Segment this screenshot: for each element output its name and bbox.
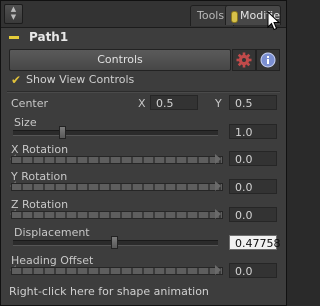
y-rotation-right-arrow-icon[interactable] (215, 181, 221, 191)
show-view-controls-label: Show View Controls (26, 73, 135, 86)
heading-offset-right-arrow-icon[interactable] (215, 265, 221, 275)
checkmark-icon: ✔ (11, 73, 22, 87)
y-rotation-input[interactable]: 0.0 (229, 179, 277, 194)
x-rotation-right-arrow-icon[interactable] (215, 154, 221, 164)
divider (7, 91, 280, 93)
info-icon (260, 52, 276, 68)
size-slider-handle[interactable] (59, 126, 66, 139)
info-tab[interactable] (256, 49, 280, 71)
displacement-input[interactable]: 0.47758 (229, 235, 281, 250)
x-rotation-slider[interactable] (11, 156, 223, 164)
modifier-pill-icon (231, 11, 238, 23)
center-y-label: Y (215, 97, 222, 110)
z-rotation-label: Z Rotation (11, 198, 69, 211)
center-x-input[interactable]: 0.5 (150, 95, 198, 110)
settings-tab[interactable] (232, 49, 256, 71)
heading-offset-label: Heading Offset (11, 254, 94, 267)
inspector-panel: ▲▼ Tools Modifiers Path1 Controls (0, 0, 287, 306)
size-slider-track[interactable] (13, 130, 218, 136)
center-x-label: X (138, 97, 146, 110)
center-label: Center (11, 97, 49, 110)
displacement-label: Displacement (14, 226, 90, 239)
z-rotation-right-arrow-icon[interactable] (215, 209, 221, 219)
displacement-slider-handle[interactable] (111, 236, 118, 249)
x-rotation-input[interactable]: 0.0 (229, 151, 277, 166)
heading-offset-slider[interactable] (11, 267, 223, 275)
size-input[interactable]: 1.0 (229, 124, 277, 139)
z-rotation-input[interactable]: 0.0 (229, 207, 277, 222)
tab-bar: ▲▼ Tools Modifiers (1, 1, 286, 31)
z-rotation-slider[interactable] (11, 211, 223, 219)
y-rotation-label: Y Rotation (11, 170, 68, 183)
size-label: Size (14, 116, 37, 129)
heading-offset-input[interactable]: 0.0 (229, 263, 277, 278)
shape-animation-hint[interactable]: Right-click here for shape animation (9, 285, 209, 298)
y-rotation-slider[interactable] (11, 183, 223, 191)
x-rotation-label: X Rotation (11, 143, 69, 156)
controls-tab[interactable]: Controls (9, 49, 231, 71)
center-y-input[interactable]: 0.5 (229, 95, 277, 110)
tool-header[interactable]: Path1 (1, 28, 286, 46)
tool-title: Path1 (29, 30, 69, 44)
gear-icon (236, 52, 252, 68)
collapse-dash-icon[interactable] (9, 36, 19, 39)
collapse-arrows-icon[interactable]: ▲ ▼ (4, 4, 23, 24)
